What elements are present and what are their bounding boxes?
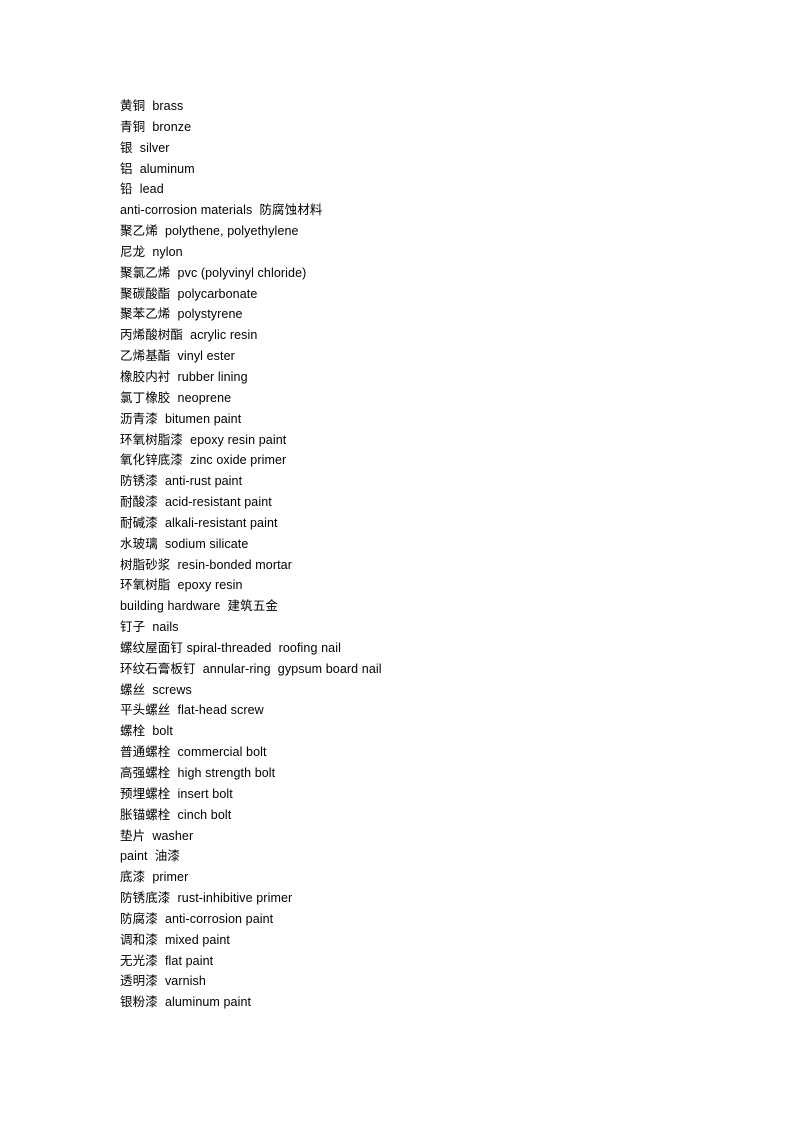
glossary-entry: 水玻璃 sodium silicate [120,536,249,551]
glossary-entry: 环纹石膏板钉 annular-ring gypsum board nail [120,661,382,676]
glossary-entry: 银 silver [120,140,170,155]
glossary-entry: 垫片 washer [120,828,194,843]
glossary-entry: 聚苯乙烯 polystyrene [120,307,243,322]
glossary-entry: 铝 aluminum [120,161,195,176]
glossary-entry: 氯丁橡胶 neoprene [120,390,232,405]
glossary-entry: 乙烯基酯 vinyl ester [120,349,235,364]
glossary-entry: 螺丝 screws [120,682,192,697]
glossary-entry: 预埋螺栓 insert bolt [120,786,233,801]
glossary-entry: 防腐漆 anti-corrosion paint [120,911,274,926]
glossary-entry: 聚乙烯 polythene, polyethylene [120,224,299,239]
glossary-entry: 尼龙 nylon [120,244,183,259]
glossary-entry: 普通螺栓 commercial bolt [120,745,267,760]
glossary-entry: 螺栓 bolt [120,724,173,739]
glossary-entry: 环氧树脂漆 epoxy resin paint [120,432,287,447]
glossary-entry: 丙烯酸树酯 acrylic resin [120,328,258,343]
glossary-entry: 银粉漆 aluminum paint [120,995,252,1010]
glossary-entry: 橡胶内衬 rubber lining [120,369,248,384]
glossary-entry: anti-corrosion materials 防腐蚀材料 [120,203,323,218]
glossary-entry: 高强螺栓 high strength bolt [120,766,276,780]
glossary-entry: 黄铜 brass [120,99,184,113]
glossary-entry: 螺纹屋面钉 spiral-threaded roofing nail [120,640,341,655]
glossary-entry: 平头螺丝 flat-head screw [120,703,264,718]
glossary-entry: 胀锚螺栓 cinch bolt [120,807,232,822]
glossary-entry: 钉子 nails [120,620,179,635]
glossary-entry: 防锈底漆 rust-inhibitive primer [120,891,293,906]
glossary-entry: 透明漆 varnish [120,974,206,989]
glossary-entry: 树脂砂浆 resin-bonded mortar [120,557,293,572]
glossary-entry: 聚氯乙烯 pvc (polyvinyl chloride) [120,265,307,280]
document-page: 黄铜 brass 青铜 bronze 银 silver 铝 aluminum 铅 lea… [0,0,794,1123]
glossary-entry: building hardware 建筑五金 [120,599,278,614]
glossary-entry: 聚碳酸酯 polycarbonate [120,286,258,301]
glossary-entry: 耐酸漆 acid-resistant paint [120,495,272,510]
glossary-entry: 底漆 primer [120,870,189,885]
glossary-entry: paint 油漆 [120,849,180,864]
glossary-entry: 调和漆 mixed paint [120,932,230,947]
glossary-entry: 防锈漆 anti-rust paint [120,474,243,489]
glossary-entry: 氧化锌底漆 zinc oxide primer [120,453,287,468]
glossary-entry: 耐碱漆 alkali-resistant paint [120,515,278,530]
glossary-entry: 铅 lead [120,182,164,197]
glossary-list: 黄铜 brass 青铜 bronze 银 silver 铝 aluminum 铅 lea… [120,96,382,1013]
glossary-entry: 环氧树脂 epoxy resin [120,578,243,593]
glossary-entry: 青铜 bronze [120,119,192,134]
glossary-entry: 沥青漆 bitumen paint [120,411,242,426]
glossary-entry: 无光漆 flat paint [120,953,214,968]
